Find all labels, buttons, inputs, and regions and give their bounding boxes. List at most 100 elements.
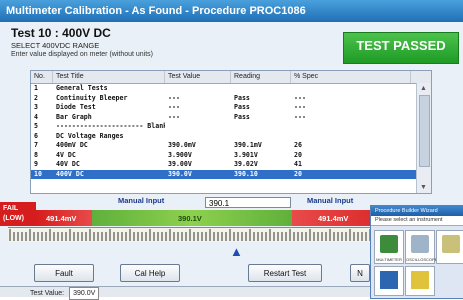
row-title: ---------------------- Blank Line ------… [56, 122, 165, 130]
col-value[interactable]: Test Value [165, 71, 231, 83]
table-header: No. Test Title Test Value Reading % Spec [31, 71, 431, 84]
col-spec[interactable]: % Spec [291, 71, 411, 83]
row-no: 8 [34, 150, 38, 159]
manual-input-field[interactable]: 390.1 [205, 197, 291, 208]
wizard-item-label: OSCILLOSCOPE [406, 257, 438, 262]
fail-indicator: FAIL (LOW) [0, 202, 36, 226]
oscilloscope-icon [411, 235, 429, 253]
row-value: 3.900V [168, 150, 192, 159]
row-reading: 39.02V [234, 160, 258, 168]
wizard-item-oscilloscope[interactable]: OSCILLOSCOPE [405, 230, 438, 264]
left-limit: 491.4mV [46, 214, 77, 223]
restart-test-button[interactable]: Restart Test [248, 264, 322, 282]
row-value: 390.0mV [168, 141, 196, 149]
row-title: Diode Test [56, 103, 96, 111]
row-title: 4V DC [56, 150, 76, 159]
row-reading [231, 132, 291, 142]
instrument-icon [442, 235, 460, 253]
fault-button[interactable]: Fault [34, 264, 94, 282]
row-title: DC Voltage Ranges [56, 131, 124, 140]
row-reading: 390.10 [234, 169, 258, 178]
reading-meter: Manual Input 390.1 Manual Input FAIL (LO… [0, 196, 420, 259]
col-reading[interactable]: Reading [231, 71, 291, 83]
row-value: 39.00V [168, 160, 192, 168]
row-title: General Tests [56, 84, 108, 92]
wizard-item-label: MULTIMETER [376, 257, 402, 262]
row-value [165, 132, 231, 142]
row-value [165, 122, 231, 132]
row-no: 2 [34, 93, 38, 102]
row-no: 4 [34, 112, 38, 121]
instrument-icon [411, 271, 429, 289]
test-table: No. Test Title Test Value Reading % Spec… [30, 70, 432, 194]
row-spec: 26 [294, 141, 302, 149]
row-spec: --- [294, 112, 306, 121]
window-title: Multimeter Calibration - As Found - Proc… [0, 0, 463, 22]
row-no: 10 [34, 169, 42, 178]
row-reading [231, 122, 291, 132]
wizard-item-5[interactable] [405, 266, 435, 296]
row-title: 400mV DC [56, 141, 88, 149]
scroll-up-icon[interactable]: ▲ [420, 85, 427, 92]
row-title: Continuity Bleeper [56, 93, 128, 102]
row-reading: Pass [234, 103, 250, 111]
cal-help-button[interactable]: Cal Help [120, 264, 180, 282]
row-reading [231, 84, 291, 94]
table-row[interactable]: 9 40V DC 39.00V 39.02V 41 [31, 160, 431, 170]
next-button[interactable]: N [350, 264, 370, 282]
table-row[interactable]: 5 ---------------------- Blank Line -----… [31, 122, 431, 132]
row-spec [291, 84, 411, 94]
row-no: 6 [34, 131, 38, 140]
row-spec: --- [294, 93, 306, 102]
range-instruction: SELECT 400VDC RANGE [11, 41, 100, 50]
row-value: --- [168, 112, 180, 121]
wizard-prompt: Please select an instrument [371, 216, 463, 226]
scroll-thumb[interactable] [419, 95, 430, 167]
low-label: (LOW) [3, 215, 24, 222]
row-spec: 41 [294, 160, 302, 168]
manual-input-label-right: Manual Input [307, 196, 354, 205]
calibration-window: Multimeter Calibration - As Found - Proc… [0, 0, 463, 300]
multimeter-icon [380, 235, 398, 253]
row-title: 40V DC [56, 160, 80, 168]
row-no: 5 [34, 122, 38, 130]
table-row[interactable]: 7 400mV DC 390.0mV 390.1mV 26 [31, 141, 431, 151]
row-value [165, 84, 231, 94]
row-reading: Pass [234, 112, 250, 121]
fail-label: FAIL [3, 205, 19, 212]
status-label: Test Value: [30, 290, 65, 297]
row-spec: --- [294, 103, 306, 111]
test-name: Test 10 : 400V DC [11, 26, 111, 40]
wizard-item-other[interactable] [436, 230, 463, 264]
col-title[interactable]: Test Title [53, 71, 165, 83]
wizard-item-multimeter[interactable]: MULTIMETER [374, 230, 404, 264]
table-row[interactable]: 8 4V DC 3.900V 3.901V 20 [31, 151, 431, 161]
col-no[interactable]: No. [31, 71, 53, 83]
row-spec: 20 [294, 169, 302, 178]
status-value: 390.0V [69, 287, 100, 300]
table-row[interactable]: 2 Continuity Bleeper --- Pass --- [31, 94, 431, 104]
row-spec: 20 [294, 150, 302, 159]
table-row[interactable]: 6 DC Voltage Ranges [31, 132, 431, 142]
row-reading: 3.901V [234, 150, 258, 159]
scroll-down-icon[interactable]: ▼ [420, 184, 427, 191]
table-row[interactable]: 3 Diode Test --- Pass --- [31, 103, 431, 113]
table-row[interactable]: 4 Bar Graph --- Pass --- [31, 113, 431, 123]
center-value: 390.1V [178, 214, 202, 223]
instrument-icon [380, 271, 398, 289]
table-scrollbar[interactable]: ▲ ▼ [416, 83, 431, 193]
row-spec [291, 132, 411, 142]
table-row[interactable]: 1 General Tests [31, 84, 431, 94]
row-no: 7 [34, 141, 38, 149]
row-value: --- [168, 103, 180, 111]
right-limit: 491.4mV [318, 214, 349, 223]
entry-instruction: Enter value displayed on meter (without … [11, 51, 154, 58]
wizard-item-4[interactable] [374, 266, 404, 296]
test-passed-banner: TEST PASSED [343, 32, 459, 64]
row-no: 9 [34, 160, 38, 168]
pointer-arrow-icon: ▲ [230, 244, 243, 259]
manual-input-label: Manual Input [118, 196, 165, 205]
row-no: 1 [34, 84, 38, 92]
table-row[interactable]: 10 400V DC 390.0V 390.10 20 [31, 169, 431, 179]
row-value: 390.0V [168, 169, 192, 178]
